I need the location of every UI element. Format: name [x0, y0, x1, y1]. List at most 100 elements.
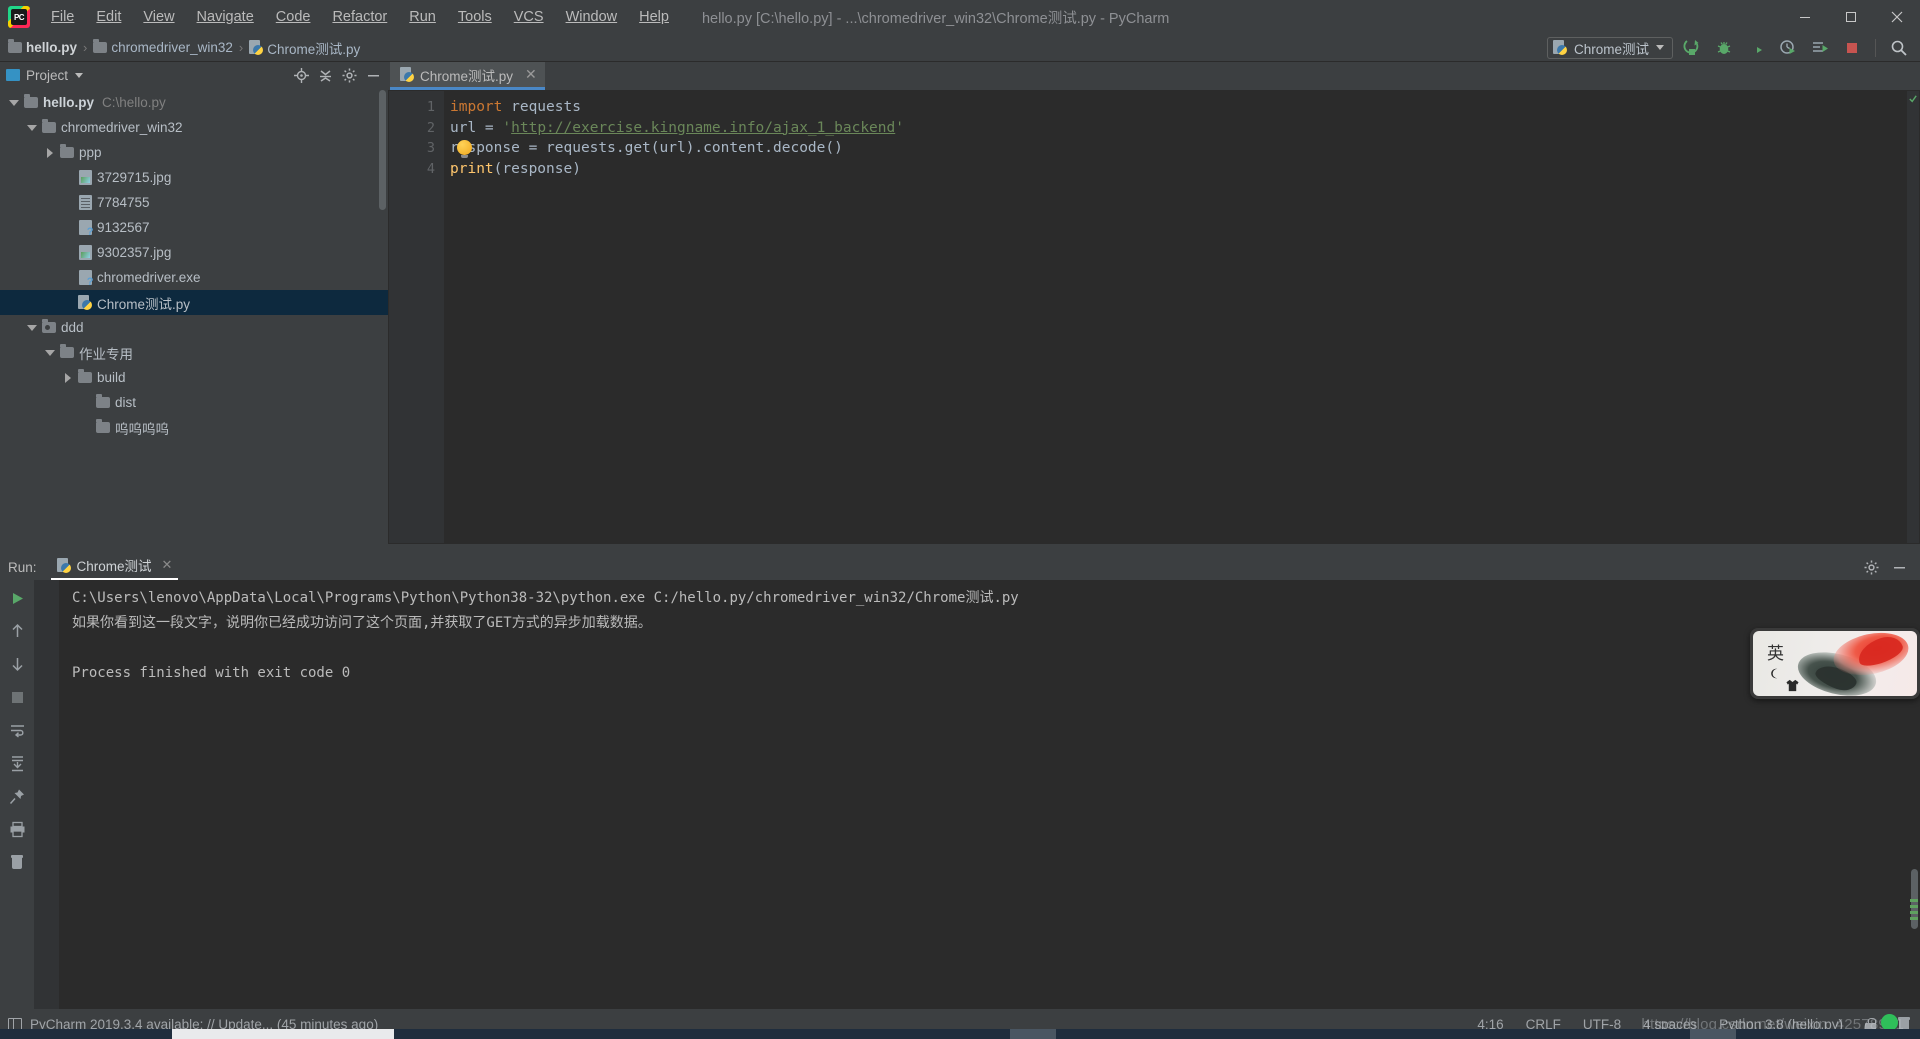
project-window-icon — [6, 69, 20, 81]
menu-file[interactable]: File — [40, 5, 85, 29]
tree-item-build[interactable]: build — [0, 365, 388, 390]
menu-code[interactable]: Code — [265, 5, 322, 29]
close-icon[interactable]: ✕ — [525, 66, 537, 83]
tree-item-7784755[interactable]: 7784755 — [0, 190, 388, 215]
moon-icon[interactable] — [1769, 668, 1780, 679]
run-tab-chrome-test[interactable]: Chrome测试 ✕ — [50, 553, 179, 581]
tree-item-dist[interactable]: dist — [0, 390, 388, 415]
profile-button[interactable] — [1775, 36, 1801, 60]
menu-navigate[interactable]: Navigate — [186, 5, 265, 29]
tree-item-label: 9132567 — [97, 220, 150, 235]
run-tool-window: Run: Chrome测试 ✕ C:\Users\lenovo\AppData\… — [0, 554, 1920, 1009]
tree-item-chromedriver-exe[interactable]: chromedriver.exe — [0, 265, 388, 290]
tree-item-label: 3729715.jpg — [97, 170, 172, 185]
run-panel-label: Run: — [8, 559, 37, 575]
rerun-button[interactable] — [5, 586, 29, 610]
debug-icon — [1717, 41, 1731, 54]
run-configuration-selector[interactable]: Chrome测试 — [1546, 36, 1673, 59]
code-line-1-rest: requests — [502, 99, 581, 115]
scroll-to-end-button[interactable] — [5, 751, 29, 775]
breadcrumb-separator: › — [83, 40, 88, 55]
coverage-icon — [1749, 40, 1762, 53]
tree-twisty[interactable] — [42, 147, 58, 158]
settings-button[interactable] — [338, 64, 360, 86]
hide-panel-button[interactable] — [362, 64, 384, 86]
menu-window[interactable]: Window — [555, 5, 629, 29]
tree-item-3729715-jpg[interactable]: 3729715.jpg — [0, 165, 388, 190]
tree-item-icon — [76, 220, 94, 238]
code-editor[interactable]: 1 2 3 4 import requests url = 'http://ex… — [388, 90, 1920, 544]
editor-tab-chrome-test[interactable]: Chrome测试.py ✕ — [390, 62, 545, 90]
breadcrumb-item-chrome-test-py[interactable]: Chrome测试.py — [267, 38, 360, 58]
taskbar-window[interactable] — [1690, 1029, 1736, 1039]
close-icon — [1891, 11, 1903, 23]
scroll-to-end-icon — [11, 755, 23, 771]
editor-marker-bar[interactable] — [1907, 91, 1919, 543]
console-line: Process finished with exit code 0 — [72, 665, 351, 681]
tree-item-icon — [58, 344, 76, 358]
taskbar-active-window[interactable] — [172, 1029, 394, 1039]
menu-tools[interactable]: Tools — [447, 5, 503, 29]
menu-help[interactable]: Help — [628, 5, 680, 29]
code-text-area[interactable]: import requests url = 'http://exercise.k… — [444, 91, 1907, 543]
maximize-button[interactable] — [1828, 0, 1874, 34]
tree-twisty[interactable] — [42, 349, 58, 356]
tree-item-chromedriver-win32[interactable]: chromedriver_win32 — [0, 115, 388, 140]
menu-edit[interactable]: Edit — [85, 5, 132, 29]
shirt-icon[interactable] — [1785, 679, 1800, 692]
menu-refactor[interactable]: Refactor — [321, 5, 398, 29]
tree-item-chrome-py[interactable]: Chrome测试.py — [0, 290, 388, 315]
tree-item-hello-py[interactable]: hello.py C:\hello.py — [0, 90, 388, 115]
breadcrumb-item-hello-py[interactable]: hello.py — [26, 40, 77, 55]
project-tree[interactable]: hello.py C:\hello.py chromedriver_win32 ppp… — [0, 88, 388, 554]
menu-run[interactable]: Run — [398, 5, 447, 29]
tree-item-ppp[interactable]: ppp — [0, 140, 388, 165]
breadcrumb-item-chromedriver-win32[interactable]: chromedriver_win32 — [111, 40, 233, 55]
menu-view[interactable]: View — [132, 5, 185, 29]
tree-twisty[interactable] — [24, 324, 40, 331]
run-button[interactable] — [1679, 36, 1705, 60]
locate-file-button[interactable] — [290, 64, 312, 86]
search-everywhere-button[interactable] — [1886, 36, 1912, 60]
tree-twisty[interactable] — [24, 124, 40, 131]
tree-item-9302357-jpg[interactable]: 9302357.jpg — [0, 240, 388, 265]
run-hide-button[interactable] — [1888, 556, 1910, 578]
collapse-all-button[interactable] — [314, 64, 336, 86]
stop-button[interactable] — [1839, 36, 1865, 60]
tree-item-[interactable]: 呜呜呜呜 — [0, 415, 388, 440]
minimize-button[interactable] — [1782, 0, 1828, 34]
next-occurrence-button[interactable] — [5, 652, 29, 676]
soft-wrap-button[interactable] — [5, 718, 29, 742]
ime-mode-label[interactable]: 英 — [1767, 639, 1784, 664]
previous-occurrence-button[interactable] — [5, 619, 29, 643]
chevron-down-icon[interactable] — [75, 72, 84, 78]
debug-button[interactable] — [1711, 36, 1737, 60]
python-file-icon — [56, 557, 71, 573]
image-file-icon — [78, 170, 92, 185]
menu-vcs[interactable]: VCS — [503, 5, 555, 29]
ime-language-bar[interactable]: 英 — [1750, 628, 1920, 699]
close-button[interactable] — [1874, 0, 1920, 34]
tree-scrollbar[interactable] — [379, 90, 386, 210]
code-quote: ' — [502, 119, 512, 136]
tree-item-9132567[interactable]: 9132567 — [0, 215, 388, 240]
print-button[interactable] — [5, 817, 29, 841]
pin-tab-button[interactable] — [5, 784, 29, 808]
code-url-literal[interactable]: http://exercise.kingname.info/ajax_1_bac… — [511, 120, 895, 136]
run-with-coverage-button[interactable] — [1743, 36, 1769, 60]
run-settings-button[interactable] — [1860, 556, 1882, 578]
run-with-console-button[interactable] — [1807, 36, 1833, 60]
run-panel-header-actions — [1860, 556, 1920, 578]
clear-all-button[interactable] — [5, 850, 29, 874]
close-icon[interactable]: ✕ — [162, 557, 173, 573]
tree-twisty[interactable] — [6, 99, 22, 106]
tree-item-[interactable]: 作业专用 — [0, 340, 388, 365]
tree-twisty[interactable] — [60, 372, 76, 383]
tree-item-ddd[interactable]: ddd — [0, 315, 388, 340]
unknown-file-icon — [78, 220, 94, 238]
run-configuration-toolbar: Chrome测试 — [1546, 36, 1920, 60]
stop-process-button[interactable] — [5, 685, 29, 709]
taskbar-window[interactable] — [1010, 1029, 1056, 1039]
console-output[interactable]: C:\Users\lenovo\AppData\Local\Programs\P… — [60, 580, 1920, 1009]
